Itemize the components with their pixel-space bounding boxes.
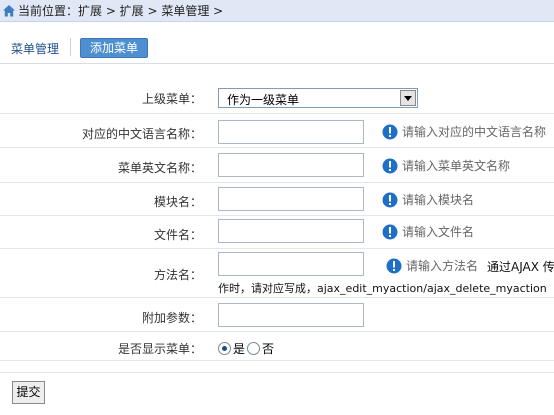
parent-menu-select[interactable]: 作为一级菜单 <box>218 88 418 108</box>
row-method: 方法名： 请输入方法名 通过AJAX 传 作时，请对应写成，ajax_edit_… <box>0 249 554 298</box>
submit-button[interactable]: 提交 <box>12 381 45 404</box>
info-icon <box>382 124 398 139</box>
cn-name-input[interactable] <box>218 120 364 144</box>
cn-name-label: 对应的中文语言名称： <box>81 127 202 141</box>
method-label: 方法名： <box>153 268 202 282</box>
parent-menu-label: 上级菜单： <box>141 92 202 106</box>
breadcrumb-bar: 当前位置：扩展 > 扩展 > 菜单管理 > <box>0 0 554 22</box>
module-label: 模块名： <box>153 195 202 209</box>
file-label: 文件名： <box>153 228 202 242</box>
footer-divider <box>0 372 554 373</box>
en-name-tip: 请输入菜单英文名称 <box>382 157 510 174</box>
cn-name-tip-text: 请输入对应的中文语言名称 <box>402 125 547 139</box>
en-name-tip-text: 请输入菜单英文名称 <box>402 159 511 173</box>
display-yes-radio[interactable] <box>218 342 231 355</box>
info-icon <box>382 192 398 207</box>
add-menu-button[interactable]: 添加菜单 <box>80 38 148 58</box>
row-en-name: 菜单英文名称： 请输入菜单英文名称 <box>0 148 554 183</box>
extra-params-input[interactable] <box>218 303 364 327</box>
chevron-down-icon[interactable] <box>400 90 416 106</box>
method-input[interactable] <box>218 252 364 276</box>
module-input[interactable] <box>218 187 364 211</box>
row-module: 模块名： 请输入模块名 <box>0 183 554 216</box>
display-menu-label: 是否显示菜单： <box>117 342 202 356</box>
display-no-radio[interactable] <box>247 342 261 355</box>
module-tip-text: 请输入模块名 <box>402 193 475 207</box>
tab-separator <box>70 38 71 56</box>
display-no-label[interactable]: 否 <box>262 340 274 357</box>
file-tip: 请输入文件名 <box>382 223 474 240</box>
cn-name-tip: 请输入对应的中文语言名称 <box>382 123 546 140</box>
row-file: 文件名： 请输入文件名 <box>0 216 554 249</box>
display-menu-radios: 是 否 <box>218 340 274 357</box>
row-parent-menu: 上级菜单： 作为一级菜单 <box>0 79 554 114</box>
en-name-input[interactable] <box>218 153 364 177</box>
row-cn-name: 对应的中文语言名称： 请输入对应的中文语言名称 <box>0 114 554 148</box>
module-tip: 请输入模块名 <box>382 191 474 208</box>
tab-bar: 菜单管理 添加菜单 <box>0 22 554 64</box>
method-tip-text: 请输入方法名 <box>406 259 479 273</box>
display-yes-label[interactable]: 是 <box>233 340 245 357</box>
row-extra-params: 附加参数： <box>0 298 554 332</box>
row-display-menu: 是否显示菜单： 是 否 <box>0 332 554 361</box>
en-name-label: 菜单英文名称： <box>117 161 202 175</box>
info-icon <box>386 258 402 273</box>
breadcrumb-text: 当前位置：扩展 > 扩展 > 菜单管理 > <box>18 4 224 18</box>
method-tip: 请输入方法名 <box>386 257 478 274</box>
info-icon <box>382 158 398 173</box>
tab-menu-manage[interactable]: 菜单管理 <box>11 40 59 57</box>
method-note-line2: 作时，请对应写成，ajax_edit_myaction/ajax_delete_… <box>218 282 547 295</box>
home-icon <box>3 4 15 16</box>
method-note-line1: 通过AJAX 传 <box>487 260 554 274</box>
info-icon <box>382 224 398 239</box>
file-input[interactable] <box>218 219 364 243</box>
extra-params-label: 附加参数： <box>141 311 202 325</box>
file-tip-text: 请输入文件名 <box>402 225 475 239</box>
parent-menu-selected: 作为一级菜单 <box>227 93 300 107</box>
